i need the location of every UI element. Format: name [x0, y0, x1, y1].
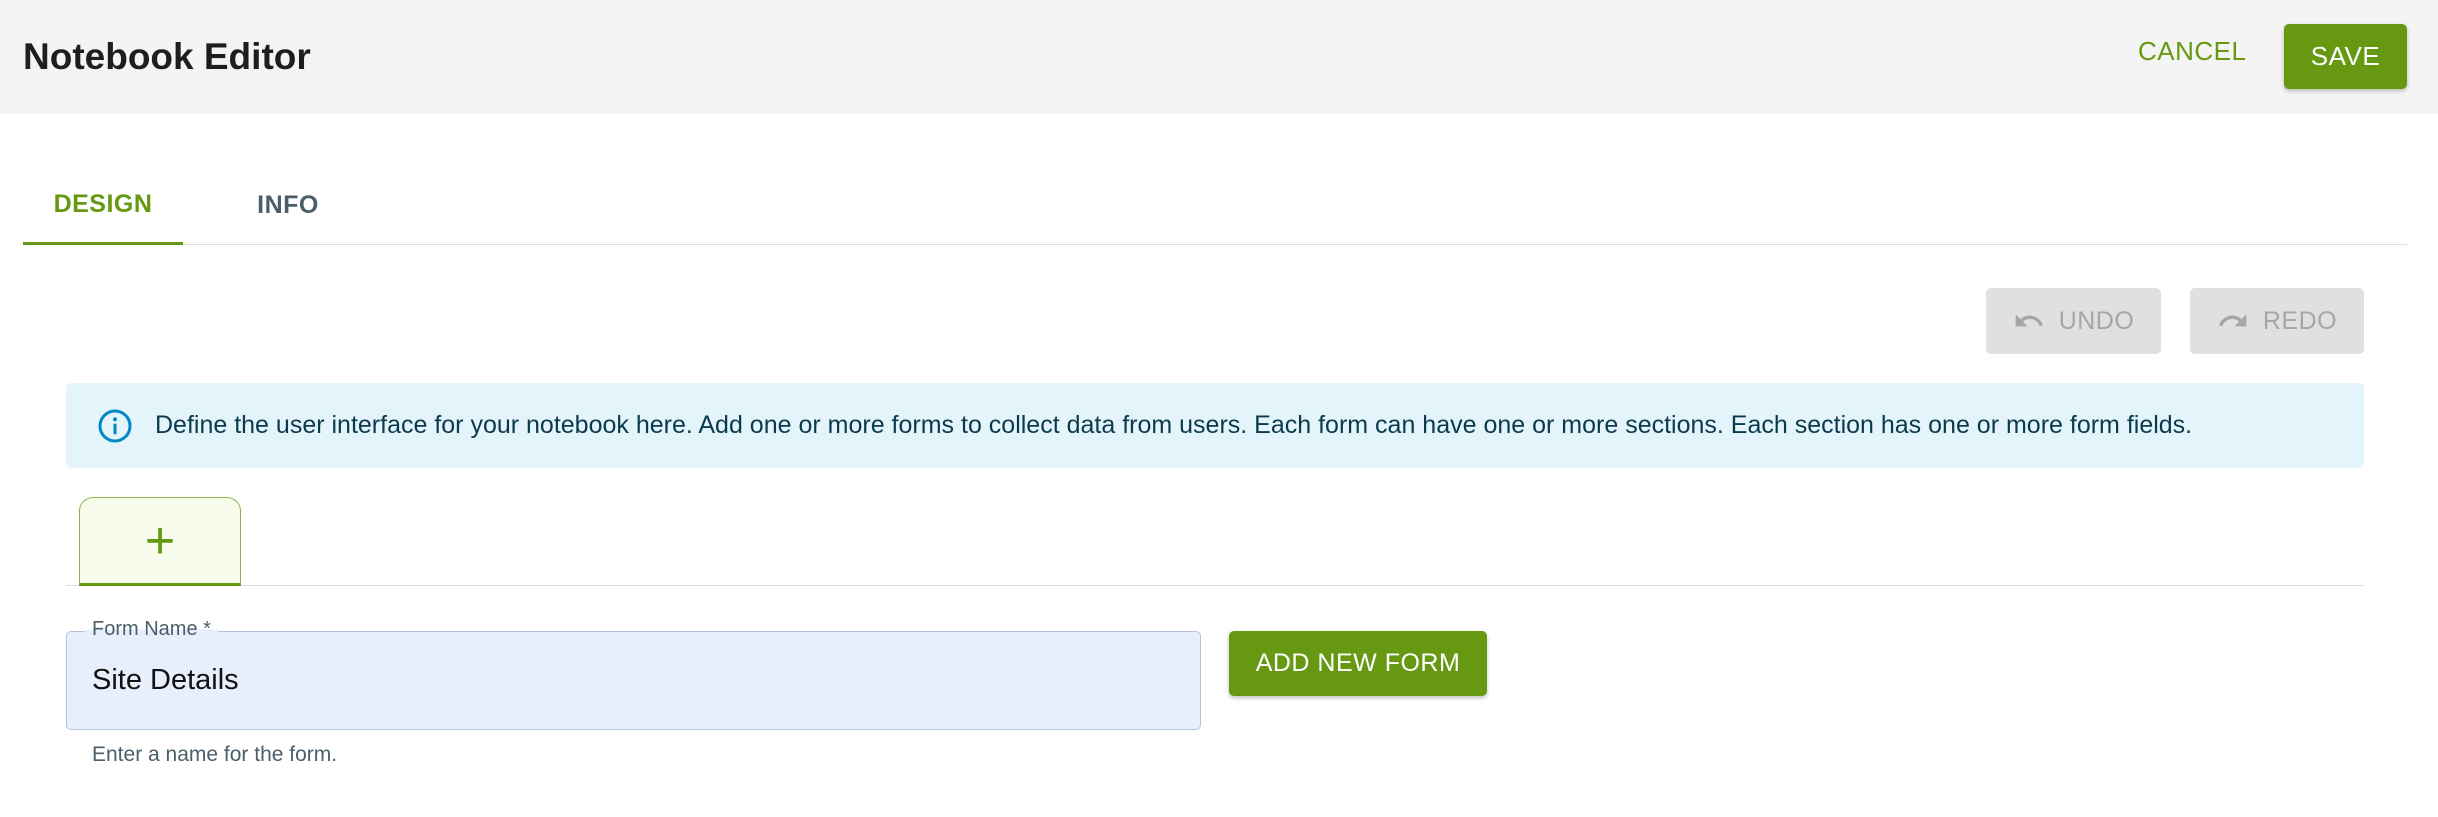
- undo-button[interactable]: UNDO: [1986, 288, 2161, 354]
- info-alert: Define the user interface for your noteb…: [66, 383, 2364, 468]
- redo-icon: [2218, 314, 2247, 327]
- form-name-label: Form Name *: [85, 618, 218, 641]
- info-alert-text: Define the user interface for your noteb…: [155, 411, 2193, 439]
- form-name-input[interactable]: Site Details: [92, 664, 239, 697]
- app-header: Notebook Editor CANCEL SAVE: [0, 0, 2438, 114]
- cancel-button[interactable]: CANCEL: [2138, 36, 2246, 67]
- redo-button[interactable]: REDO: [2190, 288, 2364, 354]
- redo-label: REDO: [2262, 306, 2338, 335]
- form-name-helper: Enter a name for the form.: [92, 743, 338, 766]
- form-name-field[interactable]: Form Name * Site Details: [66, 618, 1201, 730]
- tab-info[interactable]: INFO: [213, 166, 363, 245]
- add-new-form-button[interactable]: ADD NEW FORM: [1229, 631, 1487, 696]
- undo-label: UNDO: [2058, 306, 2135, 335]
- undo-icon: [2015, 314, 2043, 327]
- editor-tabs: DESIGN INFO: [23, 166, 2407, 245]
- form-tabs: +: [66, 497, 2364, 586]
- tab-design[interactable]: DESIGN: [23, 166, 183, 245]
- page-title: Notebook Editor: [23, 36, 311, 77]
- save-button[interactable]: SAVE: [2284, 24, 2407, 89]
- info-icon: [98, 409, 132, 442]
- add-form-tab[interactable]: +: [79, 497, 241, 586]
